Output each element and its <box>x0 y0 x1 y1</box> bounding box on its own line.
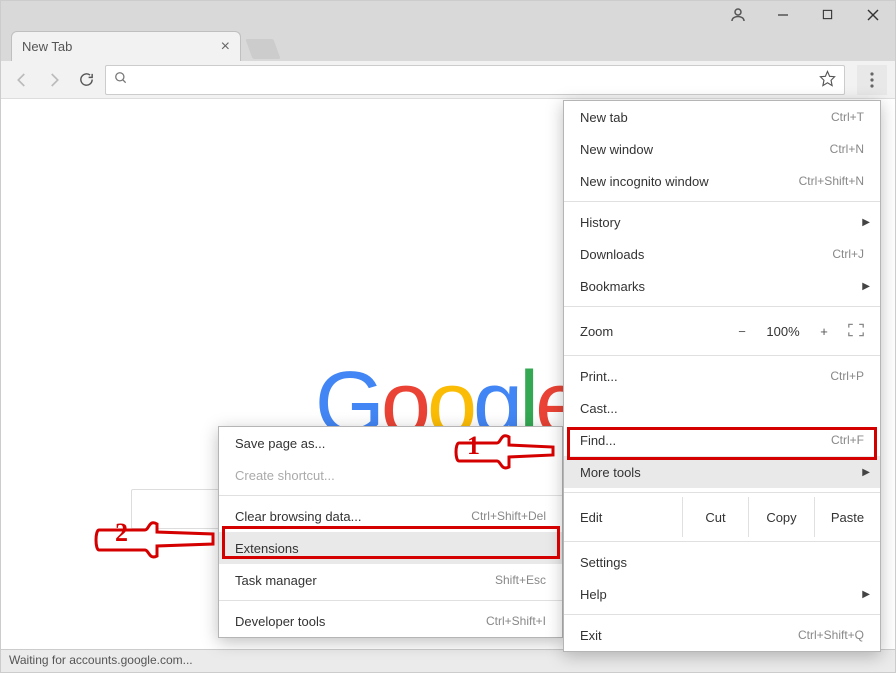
menu-new-window[interactable]: New window Ctrl+N <box>564 133 880 165</box>
menu-label: Exit <box>580 628 602 643</box>
edit-cut-button[interactable]: Cut <box>682 497 748 537</box>
account-icon[interactable] <box>715 1 760 28</box>
reload-button[interactable] <box>73 67 99 93</box>
menu-bookmarks[interactable]: Bookmarks ▶ <box>564 270 880 302</box>
menu-label: Settings <box>580 555 627 570</box>
chevron-right-icon: ▶ <box>862 589 870 600</box>
menu-shortcut: Ctrl+Shift+N <box>799 174 864 188</box>
menu-zoom: Zoom − 100% + <box>564 311 880 351</box>
menu-label: Developer tools <box>235 614 325 629</box>
chevron-right-icon: ▶ <box>862 281 870 292</box>
menu-separator <box>564 614 880 615</box>
menu-edit: Edit Cut Copy Paste <box>564 497 880 537</box>
chevron-right-icon: ▶ <box>862 217 870 228</box>
menu-separator <box>564 306 880 307</box>
main-menu: New tab Ctrl+T New window Ctrl+N New inc… <box>563 100 881 652</box>
menu-label: New tab <box>580 110 628 125</box>
menu-more-tools[interactable]: More tools ▶ <box>564 456 880 488</box>
menu-history[interactable]: History ▶ <box>564 206 880 238</box>
menu-new-incognito[interactable]: New incognito window Ctrl+Shift+N <box>564 165 880 197</box>
forward-button[interactable] <box>41 67 67 93</box>
menu-shortcut: Ctrl+J <box>832 247 864 261</box>
menu-separator <box>564 355 880 356</box>
menu-label: Help <box>580 587 607 602</box>
menu-find[interactable]: Find... Ctrl+F <box>564 424 880 456</box>
menu-settings[interactable]: Settings <box>564 546 880 578</box>
submenu-task-manager[interactable]: Task manager Shift+Esc <box>219 564 562 596</box>
menu-label: Print... <box>580 369 618 384</box>
menu-shortcut: Ctrl+P <box>830 369 864 383</box>
edit-paste-button[interactable]: Paste <box>814 497 880 537</box>
chevron-right-icon: ▶ <box>862 467 870 478</box>
menu-label: Create shortcut... <box>235 468 335 483</box>
menu-shortcut: Ctrl+Shift+Q <box>798 628 864 642</box>
menu-label: Downloads <box>580 247 644 262</box>
zoom-out-button[interactable]: − <box>726 324 758 339</box>
annotation-hand-2: 2 <box>93 514 221 564</box>
close-button[interactable] <box>850 1 895 28</box>
menu-label: History <box>580 215 620 230</box>
status-bar: Waiting for accounts.google.com... <box>1 649 895 672</box>
menu-label: More tools <box>580 465 641 480</box>
menu-help[interactable]: Help ▶ <box>564 578 880 610</box>
new-tab-button[interactable] <box>245 39 280 59</box>
menu-label: Task manager <box>235 573 317 588</box>
menu-label: New incognito window <box>580 174 709 189</box>
maximize-button[interactable] <box>805 1 850 28</box>
search-icon <box>114 71 128 88</box>
menu-label: New window <box>580 142 653 157</box>
menu-separator <box>219 495 562 496</box>
submenu-extensions[interactable]: Extensions <box>219 532 562 564</box>
address-bar[interactable] <box>105 65 845 95</box>
minimize-button[interactable] <box>760 1 805 28</box>
zoom-label: Zoom <box>580 324 726 339</box>
menu-shortcut: Ctrl+Shift+Del <box>471 509 546 523</box>
menu-shortcut: Ctrl+T <box>831 110 864 124</box>
tab-strip: New Tab × <box>1 28 895 61</box>
menu-shortcut: Ctrl+F <box>831 433 864 447</box>
menu-separator <box>564 541 880 542</box>
menu-separator <box>564 492 880 493</box>
annotation-number-1: 1 <box>467 431 480 461</box>
submenu-clear-browsing[interactable]: Clear browsing data... Ctrl+Shift+Del <box>219 500 562 532</box>
menu-downloads[interactable]: Downloads Ctrl+J <box>564 238 880 270</box>
titlebar <box>1 1 895 28</box>
menu-label: Save page as... <box>235 436 325 451</box>
menu-separator <box>564 201 880 202</box>
tab-close-icon[interactable]: × <box>221 39 230 55</box>
menu-label: Find... <box>580 433 616 448</box>
back-button[interactable] <box>9 67 35 93</box>
annotation-number-2: 2 <box>115 518 128 548</box>
menu-shortcut: Ctrl+N <box>830 142 864 156</box>
status-text: Waiting for accounts.google.com... <box>9 653 193 667</box>
tab-title: New Tab <box>22 39 72 54</box>
tab-new-tab[interactable]: New Tab × <box>11 31 241 61</box>
fullscreen-icon[interactable] <box>848 323 864 340</box>
chrome-menu-button[interactable] <box>857 65 887 95</box>
menu-shortcut: Shift+Esc <box>495 573 546 587</box>
zoom-value: 100% <box>758 324 808 339</box>
browser-window: New Tab × Gm Googl <box>0 0 896 673</box>
menu-separator <box>219 600 562 601</box>
menu-exit[interactable]: Exit Ctrl+Shift+Q <box>564 619 880 651</box>
menu-label: Extensions <box>235 541 299 556</box>
menu-cast[interactable]: Cast... <box>564 392 880 424</box>
edit-label: Edit <box>580 510 682 525</box>
edit-copy-button[interactable]: Copy <box>748 497 814 537</box>
menu-shortcut: Ctrl+Shift+I <box>486 614 546 628</box>
annotation-hand-1: 1 <box>453 427 563 475</box>
omnibox-input[interactable] <box>134 71 813 89</box>
menu-print[interactable]: Print... Ctrl+P <box>564 360 880 392</box>
toolbar <box>1 61 895 99</box>
submenu-developer-tools[interactable]: Developer tools Ctrl+Shift+I <box>219 605 562 637</box>
menu-label: Clear browsing data... <box>235 509 361 524</box>
zoom-in-button[interactable]: + <box>808 324 840 339</box>
menu-label: Cast... <box>580 401 618 416</box>
menu-new-tab[interactable]: New tab Ctrl+T <box>564 101 880 133</box>
bookmark-star-icon[interactable] <box>819 70 836 90</box>
menu-label: Bookmarks <box>580 279 645 294</box>
